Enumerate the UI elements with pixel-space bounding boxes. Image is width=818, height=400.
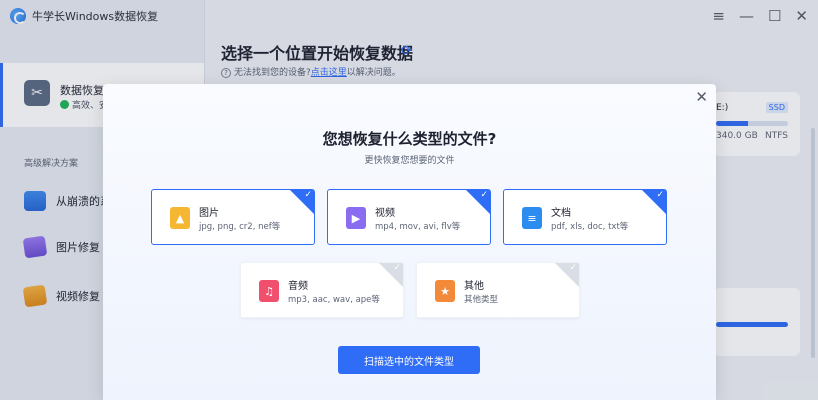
file-type-dialog: ✕ 您想恢复什么类型的文件? 更快恢复您想要的文件 ▲ 图片 jpg, png,… xyxy=(103,84,716,400)
check-icon: ✓ xyxy=(304,190,312,200)
check-icon: ✓ xyxy=(569,263,577,273)
card-desc: jpg, png, cr2, nef等 xyxy=(199,222,281,232)
scan-selected-types-button[interactable]: 扫描选中的文件类型 xyxy=(338,346,480,374)
file-type-card-videos[interactable]: ▶ 视频 mp4, mov, avi, flv等 ✓ xyxy=(327,189,491,245)
card-desc: pdf, xls, doc, txt等 xyxy=(551,222,629,232)
card-name: 音频 xyxy=(288,281,308,292)
card-name: 其他 xyxy=(464,281,484,292)
file-type-card-documents[interactable]: ≡ 文档 pdf, xls, doc, txt等 ✓ xyxy=(503,189,667,245)
card-desc: mp3, aac, wav, ape等 xyxy=(288,295,380,305)
image-icon: ▲ xyxy=(170,207,190,229)
audio-icon: ♫ xyxy=(259,280,279,302)
dialog-subtitle: 更快恢复您想要的文件 xyxy=(364,156,455,166)
close-icon[interactable]: ✕ xyxy=(695,88,708,106)
card-name: 文档 xyxy=(551,208,571,219)
card-desc: 其他类型 xyxy=(464,295,499,305)
video-icon: ▶ xyxy=(346,207,366,229)
file-type-card-other[interactable]: ★ 其他 其他类型 ✓ xyxy=(416,262,580,318)
other-icon: ★ xyxy=(435,280,455,302)
card-name: 视频 xyxy=(375,208,395,219)
file-type-card-audio[interactable]: ♫ 音频 mp3, aac, wav, ape等 ✓ xyxy=(240,262,404,318)
check-icon: ✓ xyxy=(393,263,401,273)
card-name: 图片 xyxy=(199,208,219,219)
check-icon: ✓ xyxy=(656,190,664,200)
check-icon: ✓ xyxy=(480,190,488,200)
file-type-card-images[interactable]: ▲ 图片 jpg, png, cr2, nef等 ✓ xyxy=(151,189,315,245)
document-icon: ≡ xyxy=(522,207,542,229)
dialog-title: 您想恢复什么类型的文件? xyxy=(322,130,497,148)
card-desc: mp4, mov, avi, flv等 xyxy=(375,222,461,232)
